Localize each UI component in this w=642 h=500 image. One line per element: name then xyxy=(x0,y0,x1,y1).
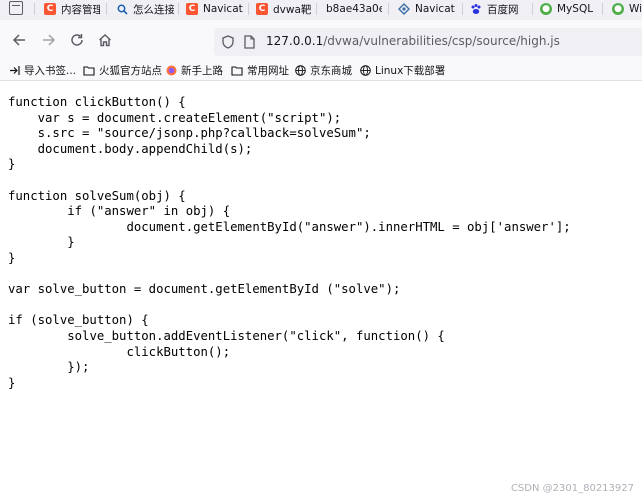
bookmark-label: 导入书签... xyxy=(24,65,77,77)
folder-icon xyxy=(231,65,243,76)
globe-icon xyxy=(295,65,306,76)
javascript-source: function clickButton() { var s = documen… xyxy=(8,95,571,390)
page-info-icon[interactable] xyxy=(243,35,255,49)
tab-7[interactable]: 百度网 xyxy=(470,0,528,18)
reload-icon xyxy=(71,34,83,46)
tab-6[interactable]: Navicat xyxy=(398,0,458,18)
back-arrow-icon xyxy=(12,34,25,46)
globe-icon xyxy=(360,65,371,76)
navicat-icon xyxy=(398,3,410,15)
bookmark-firefox-site[interactable]: 火狐官方站点 xyxy=(83,63,162,78)
forward-button[interactable] xyxy=(41,32,57,48)
tab-label: Wi xyxy=(629,3,642,15)
url-path: /dvwa/vulnerabilities/csp/source/high.js xyxy=(323,34,560,48)
tab-8[interactable]: ● MySQL xyxy=(540,0,598,18)
bookmark-label: 京东商城 xyxy=(310,65,352,77)
bookmark-linux[interactable]: Linux下载部署 xyxy=(360,63,445,78)
folder-icon xyxy=(83,65,95,76)
bookmark-label: Linux下载部署 xyxy=(375,65,446,77)
bookmark-label: 新手上路 xyxy=(181,65,223,77)
bookmark-label: 火狐官方站点 xyxy=(99,65,162,77)
tab-separator xyxy=(532,3,533,15)
tab-separator xyxy=(462,3,463,15)
import-icon xyxy=(9,65,20,76)
tab-3[interactable]: C Navicat xyxy=(186,0,244,18)
home-button[interactable] xyxy=(97,32,113,48)
tab-label: 百度网 xyxy=(487,3,519,16)
home-icon xyxy=(99,34,111,47)
tab-9[interactable]: ● Wi xyxy=(612,0,642,18)
tab-label: MySQL xyxy=(557,3,594,15)
bookmark-jd[interactable]: 京东商城 xyxy=(295,63,352,78)
watermark: CSDN @2301_80213927 xyxy=(510,483,634,494)
tab-separator xyxy=(106,3,107,15)
tab-1[interactable]: C 内容管理 xyxy=(44,0,100,18)
tab-label: 内容管理 xyxy=(61,3,100,16)
tab-5[interactable]: b8ae43a0e xyxy=(326,0,382,18)
bookmarks-toolbar: 导入书签... 火狐官方站点 新手上路 常用网址 京东商城 Linux下载部署 xyxy=(0,60,642,81)
search-icon xyxy=(116,3,128,15)
bookmark-import[interactable]: 导入书签... xyxy=(9,63,76,78)
tab-4[interactable]: C dvwa靶 xyxy=(256,0,312,18)
tab-label: Navicat xyxy=(203,3,243,15)
csdn-icon: C xyxy=(44,3,56,15)
bookmark-common-sites[interactable]: 常用网址 xyxy=(231,63,289,78)
tab-label: dvwa靶 xyxy=(273,3,312,16)
baidu-icon xyxy=(470,3,482,15)
tab-separator xyxy=(316,3,317,15)
back-button[interactable] xyxy=(11,32,27,48)
tab-label: 怎么连接 xyxy=(133,3,174,16)
tab-separator xyxy=(248,3,249,15)
tab-strip: C 内容管理 怎么连接 C Navicat C dvwa靶 b8ae43a0e … xyxy=(0,0,642,20)
csdn-icon: C xyxy=(186,3,198,15)
bookmark-label: 常用网址 xyxy=(247,65,289,77)
tab-list-icon[interactable] xyxy=(9,1,23,15)
tab-separator xyxy=(178,3,179,15)
tab-label: b8ae43a0e xyxy=(326,3,382,15)
page-content: function clickButton() { var s = documen… xyxy=(8,95,642,391)
shield-icon[interactable] xyxy=(222,35,234,49)
tab-separator xyxy=(602,3,603,15)
forward-arrow-icon xyxy=(43,34,56,46)
mysql-icon: ● xyxy=(612,3,624,15)
tab-2[interactable]: 怎么连接 xyxy=(116,0,174,18)
tab-separator xyxy=(34,3,35,15)
mysql-icon: ● xyxy=(540,3,552,15)
url-text[interactable]: 127.0.0.1/dvwa/vulnerabilities/csp/sourc… xyxy=(266,34,560,48)
reload-button[interactable] xyxy=(69,32,85,48)
url-host: 127.0.0.1 xyxy=(266,34,324,48)
csdn-icon: C xyxy=(256,3,268,15)
tab-label: Navicat xyxy=(415,3,455,15)
tab-separator xyxy=(388,3,389,15)
bookmark-getting-started[interactable]: 新手上路 xyxy=(166,63,223,78)
firefox-icon xyxy=(166,65,177,76)
